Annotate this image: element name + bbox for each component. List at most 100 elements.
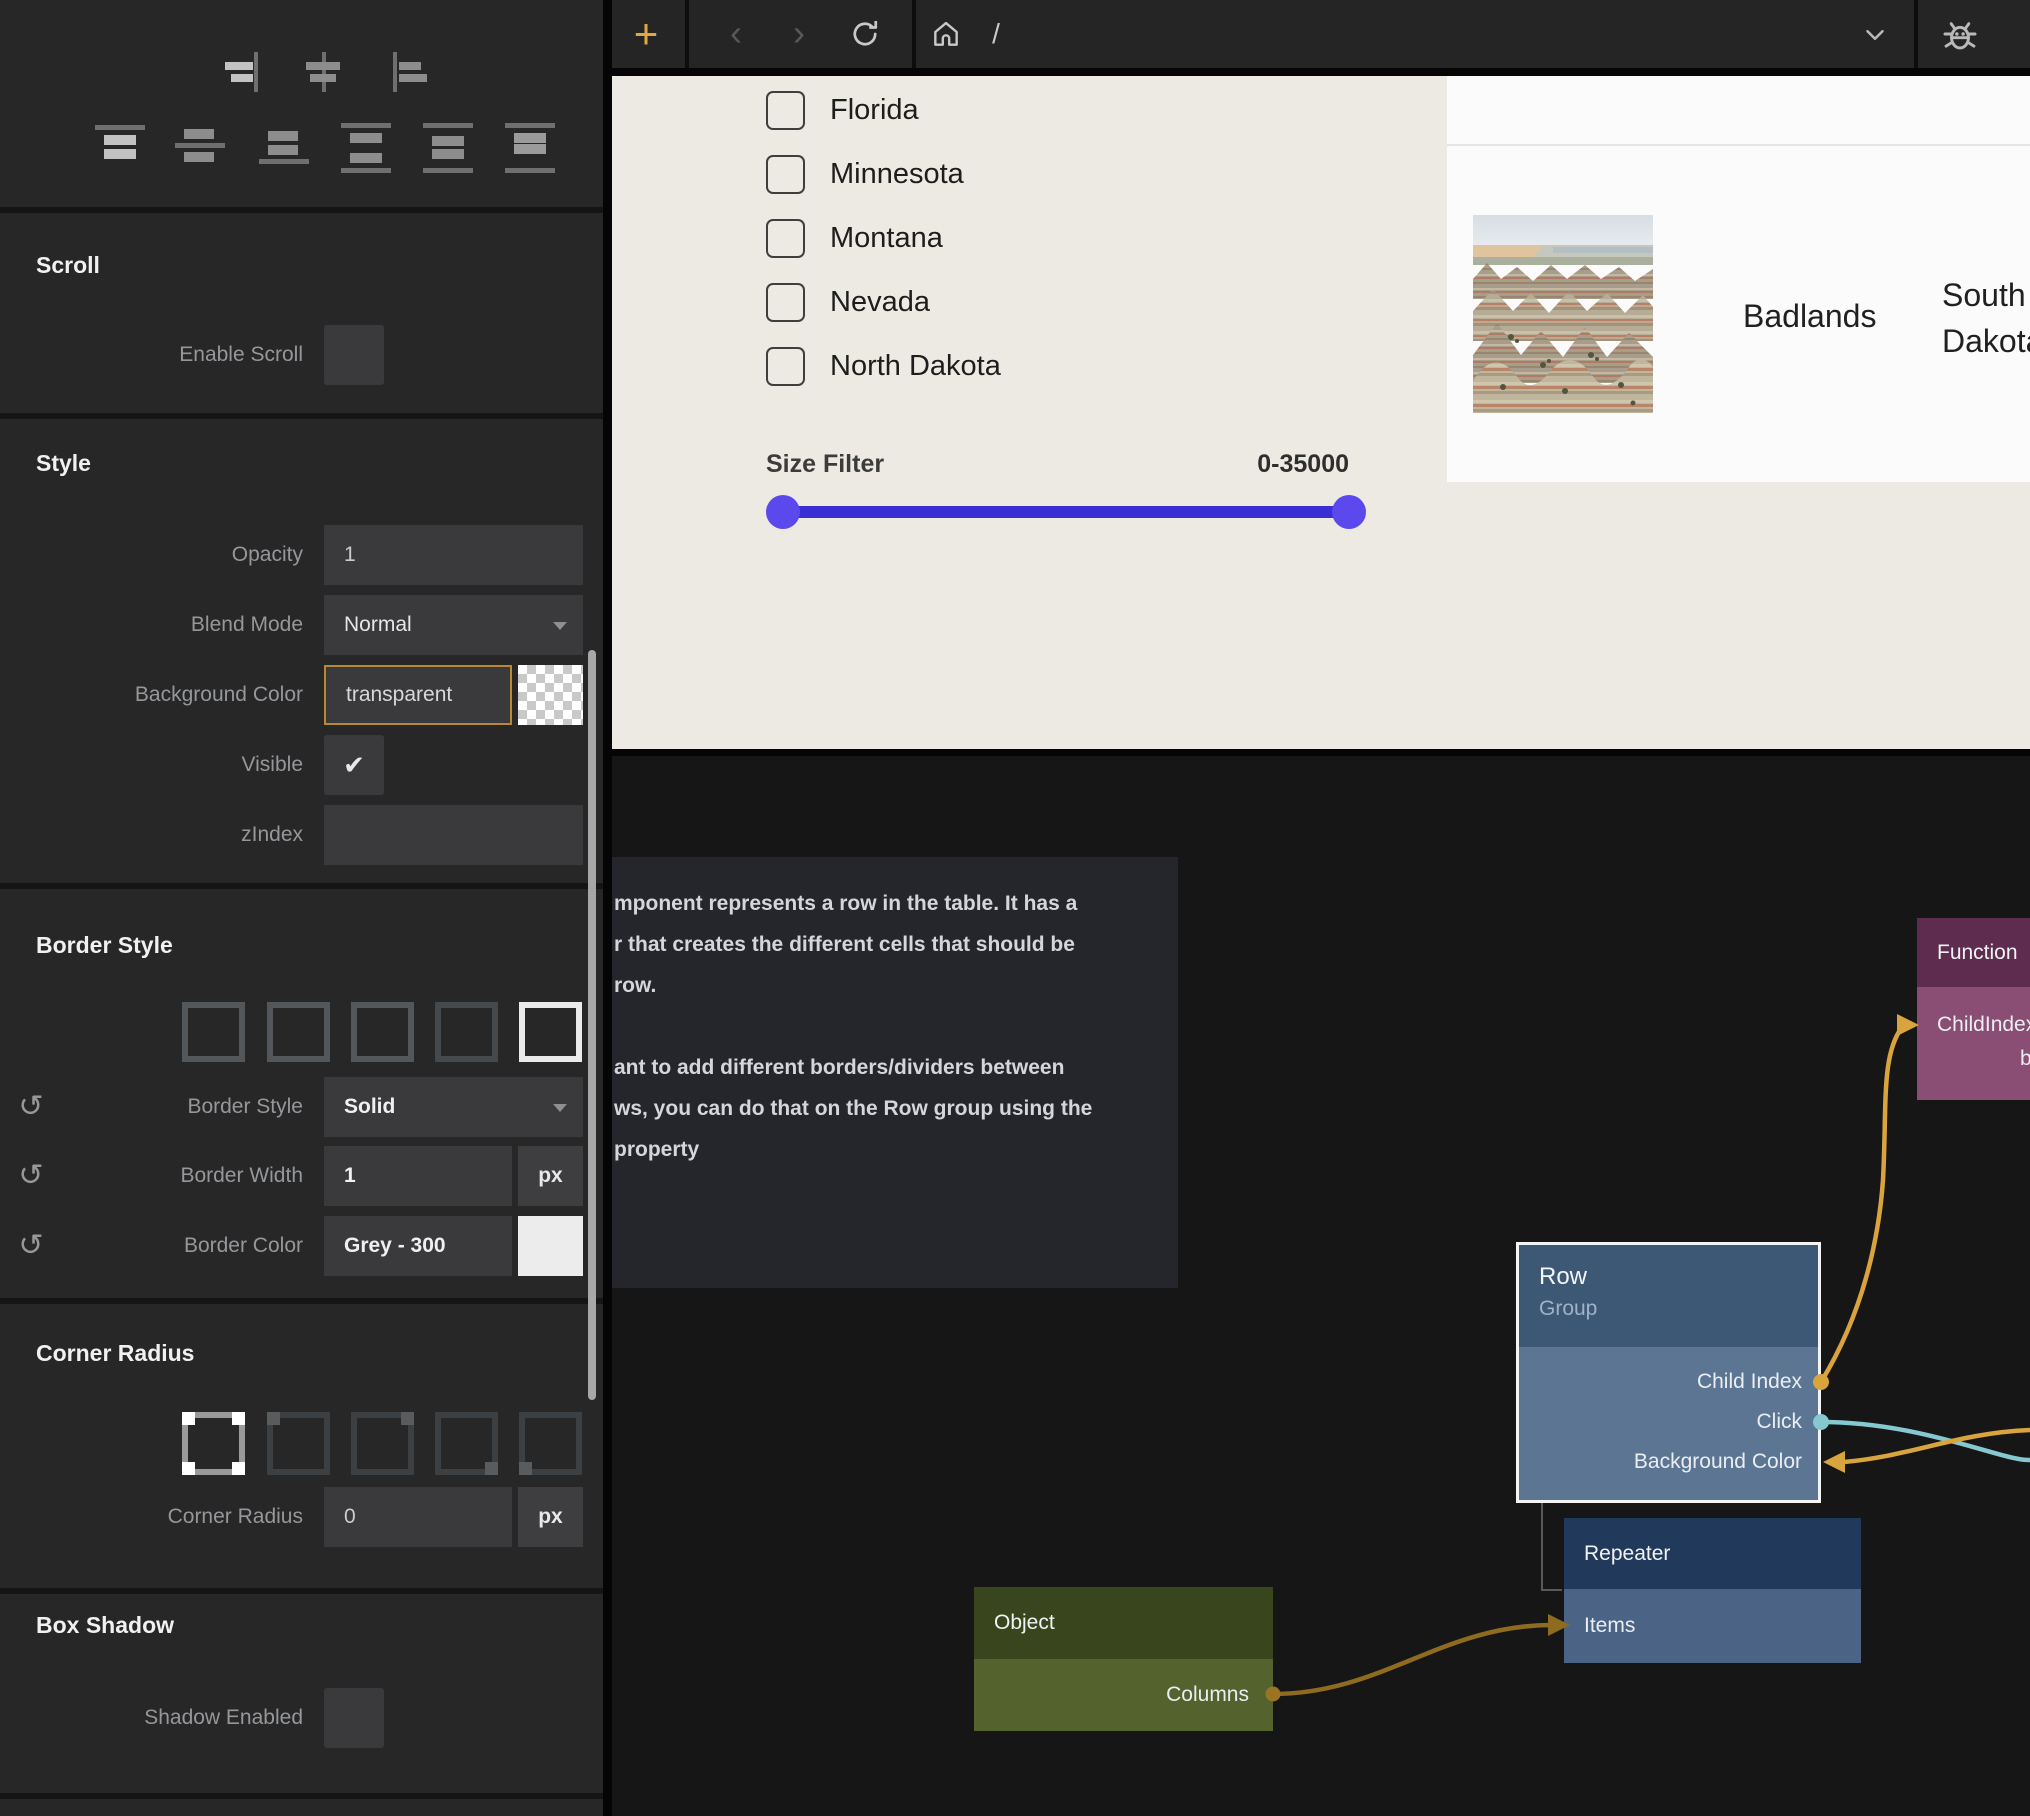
border-bottom-selector[interactable] — [435, 1002, 498, 1062]
row-group-child-index-port-label[interactable]: Child Index — [1519, 1362, 1818, 1402]
align-right-icon[interactable] — [221, 50, 267, 94]
forward-button[interactable]: › — [783, 11, 815, 57]
tooltip-line: ws, you can do that on the Row group usi… — [614, 1088, 1178, 1129]
add-tab-button[interactable]: + — [628, 10, 664, 58]
slider-handle-max[interactable] — [1332, 495, 1366, 529]
object-columns-port-label[interactable]: Columns — [974, 1659, 1273, 1699]
row-group-node[interactable]: Row Group Child Index Click Background C… — [1516, 1242, 1821, 1503]
border-style-label: Border Style — [30, 1092, 303, 1122]
corner-bottom-right-selector[interactable] — [435, 1412, 498, 1475]
home-icon[interactable] — [930, 18, 962, 50]
row-group-click-port-label[interactable]: Click — [1519, 1402, 1818, 1442]
checkbox-nevada[interactable] — [766, 283, 805, 322]
border-color-swatch[interactable] — [518, 1216, 583, 1276]
border-right-selector[interactable] — [351, 1002, 414, 1062]
tooltip-line: r that creates the different cells that … — [614, 924, 1178, 965]
table-header-divider — [1447, 144, 2030, 146]
row-title: Badlands — [1743, 298, 1876, 335]
result-row[interactable]: Badlands South Dakota — [1447, 76, 2030, 482]
checkbox-montana[interactable] — [766, 219, 805, 258]
node-canvas[interactable]: mponent represents a row in the table. I… — [612, 756, 2030, 1816]
border-color-input[interactable]: Grey - 300 — [324, 1216, 512, 1276]
refresh-icon[interactable] — [848, 17, 882, 51]
hierarchy-connector — [1542, 1503, 1562, 1590]
slider-handle-min[interactable] — [766, 495, 800, 529]
background-color-input-arrow-icon[interactable] — [1823, 1451, 1845, 1473]
tooltip-line: property — [614, 1129, 1178, 1170]
enable-scroll-checkbox[interactable] — [324, 325, 384, 385]
chevron-down-icon — [553, 1104, 567, 1112]
box-shadow-section-title: Box Shadow — [36, 1612, 174, 1639]
distribute-stack-icon[interactable] — [505, 123, 555, 175]
border-style-section-title: Border Style — [36, 932, 173, 959]
function-childindex-port-label[interactable]: ChildIndex — [1917, 987, 2030, 1027]
corner-all-selector-selected[interactable] — [182, 1412, 245, 1475]
corner-top-right-selector[interactable] — [351, 1412, 414, 1475]
row-state-line1: South — [1942, 272, 2030, 318]
opacity-label: Opacity — [30, 540, 303, 570]
app-window: Scroll Enable Scroll Style Opacity 1 Ble… — [0, 0, 2030, 1816]
shadow-enabled-checkbox[interactable] — [324, 1688, 384, 1748]
align-bottom-icon[interactable] — [259, 123, 309, 175]
connection-columns-to-items — [1273, 1625, 1552, 1694]
object-node-title: Object — [974, 1587, 1273, 1659]
row-state: South Dakota — [1942, 272, 2030, 372]
size-filter-slider-track[interactable] — [783, 506, 1349, 518]
checkbox-label: Minnesota — [830, 155, 964, 194]
preview-viewport: Florida Minnesota Montana Nevada North D… — [612, 76, 2030, 749]
url-path[interactable]: / — [984, 12, 1008, 56]
object-node[interactable]: Object Columns — [974, 1587, 1273, 1731]
panel-scrollbar[interactable] — [588, 650, 596, 1400]
row-group-background-color-port-label[interactable]: Background Color — [1519, 1442, 1818, 1482]
style-section-title: Style — [36, 450, 91, 477]
shadow-enabled-label: Shadow Enabled — [30, 1703, 303, 1733]
blend-mode-value: Normal — [344, 613, 412, 636]
visible-checkbox[interactable]: ✔ — [324, 735, 384, 795]
corner-radius-input[interactable]: 0 — [324, 1487, 512, 1547]
repeater-node[interactable]: Repeater Items — [1564, 1518, 1861, 1663]
corner-radius-label: Corner Radius — [30, 1502, 303, 1532]
border-style-select[interactable]: Solid — [324, 1077, 583, 1137]
properties-panel: Scroll Enable Scroll Style Opacity 1 Ble… — [0, 0, 603, 1816]
align-left-icon[interactable] — [384, 50, 430, 94]
row-state-line2: Dakota — [1942, 318, 2030, 364]
function-port-fragment: b — [2020, 1047, 2030, 1071]
size-filter-range: 0-35000 — [1149, 449, 1349, 479]
blend-mode-label: Blend Mode — [30, 610, 303, 640]
checkbox-label: Florida — [830, 91, 919, 130]
border-width-input[interactable]: 1 — [324, 1146, 512, 1206]
connection-background-color-in — [1844, 1430, 2030, 1462]
align-center-horizontal-icon[interactable] — [301, 50, 347, 94]
align-top-icon[interactable] — [95, 123, 145, 175]
align-center-vertical-icon[interactable] — [175, 123, 225, 175]
blend-mode-select[interactable]: Normal — [324, 595, 583, 655]
corner-radius-section-title: Corner Radius — [36, 1340, 194, 1367]
background-color-label: Background Color — [30, 680, 303, 710]
border-left-selector-selected[interactable] — [519, 1002, 582, 1062]
opacity-input[interactable]: 1 — [324, 525, 583, 585]
border-width-label: Border Width — [30, 1161, 303, 1191]
repeater-items-port-label[interactable]: Items — [1564, 1589, 1861, 1629]
scroll-section-title: Scroll — [36, 252, 100, 279]
checkbox-florida[interactable] — [766, 91, 805, 130]
distribute-space-between-icon[interactable] — [341, 123, 391, 175]
background-color-input[interactable]: transparent — [324, 665, 512, 725]
row-group-node-subtitle: Group — [1539, 1297, 1818, 1321]
badlands-photo — [1473, 215, 1653, 413]
corner-bottom-left-selector[interactable] — [519, 1412, 582, 1475]
background-color-swatch[interactable] — [518, 665, 583, 725]
border-all-selector[interactable] — [182, 1002, 245, 1062]
checkbox-north-dakota[interactable] — [766, 347, 805, 386]
row-group-node-title: Row — [1539, 1263, 1818, 1291]
border-top-selector[interactable] — [267, 1002, 330, 1062]
function-node[interactable]: Function ChildIndex b — [1917, 918, 2030, 1100]
debug-bug-icon[interactable] — [1938, 12, 1982, 56]
checkbox-minnesota[interactable] — [766, 155, 805, 194]
back-button[interactable]: ‹ — [720, 11, 752, 57]
chevron-down-icon[interactable] — [1860, 20, 1890, 50]
zindex-input[interactable] — [324, 805, 583, 865]
distribute-space-around-icon[interactable] — [423, 123, 473, 175]
checkbox-label: Montana — [830, 219, 943, 258]
checkbox-label: Nevada — [830, 283, 930, 322]
corner-top-left-selector[interactable] — [267, 1412, 330, 1475]
